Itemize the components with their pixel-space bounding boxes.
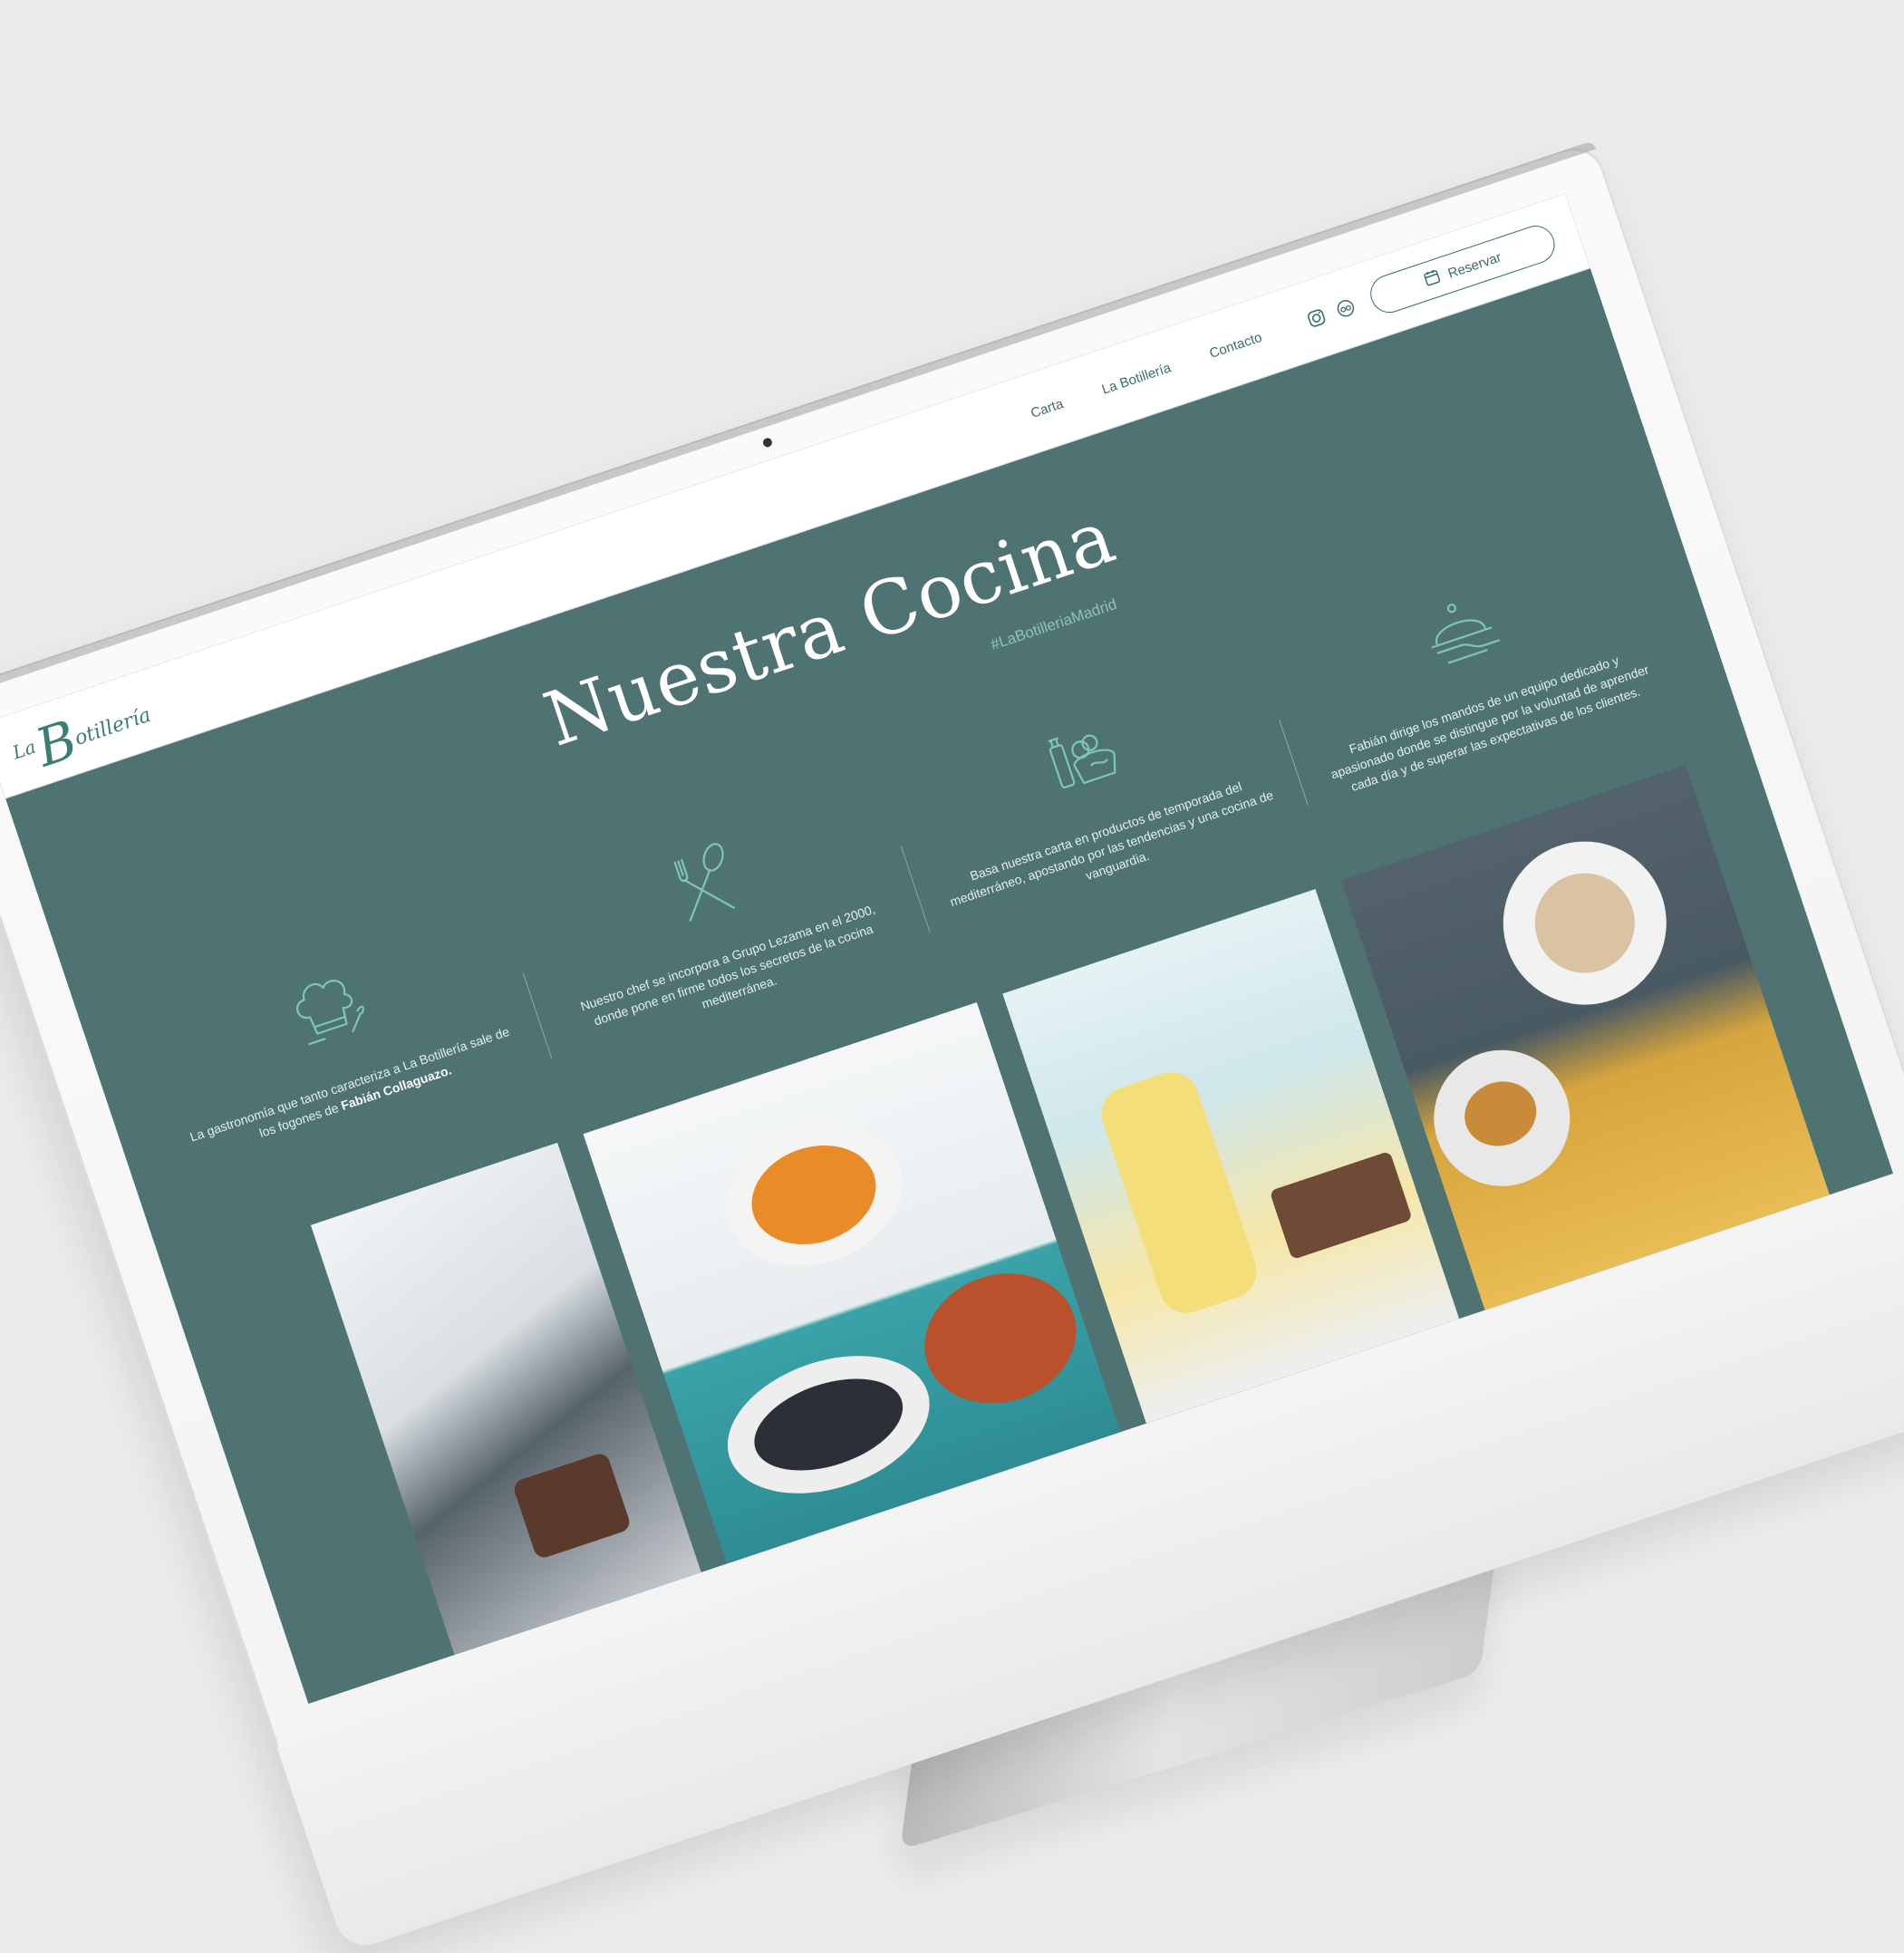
- tripadvisor-icon[interactable]: [1334, 297, 1357, 320]
- feature-divider: [522, 972, 553, 1059]
- instagram-icon[interactable]: [1305, 306, 1328, 329]
- calendar-icon: [1421, 267, 1443, 292]
- feature-divider: [1279, 719, 1309, 806]
- tiramisu-shape: [1270, 1150, 1414, 1261]
- chef-hat-icon: [267, 952, 383, 1070]
- feature-divider: [900, 846, 931, 933]
- nav-link-la-botilleria[interactable]: La Botillería: [1100, 360, 1174, 397]
- brand-logo[interactable]: La B otillería: [5, 681, 159, 782]
- scene: La B otillería Carta La Botillería Conta…: [0, 0, 1904, 1953]
- fork-spoon-icon: [645, 827, 761, 944]
- nav-link-contacto[interactable]: Contacto: [1207, 329, 1263, 361]
- reserve-button[interactable]: Reservar: [1365, 220, 1561, 318]
- reserve-label: Reservar: [1445, 248, 1503, 282]
- social-links: [1305, 297, 1358, 330]
- logo-rest: otillería: [72, 703, 154, 750]
- camera-icon: [761, 437, 774, 449]
- lemonade-bottle-shape: [1095, 1065, 1264, 1320]
- nav-link-carta[interactable]: Carta: [1029, 396, 1065, 421]
- serving-cloche-icon: [1402, 574, 1518, 691]
- ingredients-icon: [1024, 700, 1140, 817]
- chocolate-cake-shape: [511, 1451, 633, 1561]
- imac-monitor: La B otillería Carta La Botillería Conta…: [0, 140, 1904, 1953]
- seafood-stew-shape: [906, 1253, 1094, 1424]
- logo-initial: B: [28, 708, 85, 779]
